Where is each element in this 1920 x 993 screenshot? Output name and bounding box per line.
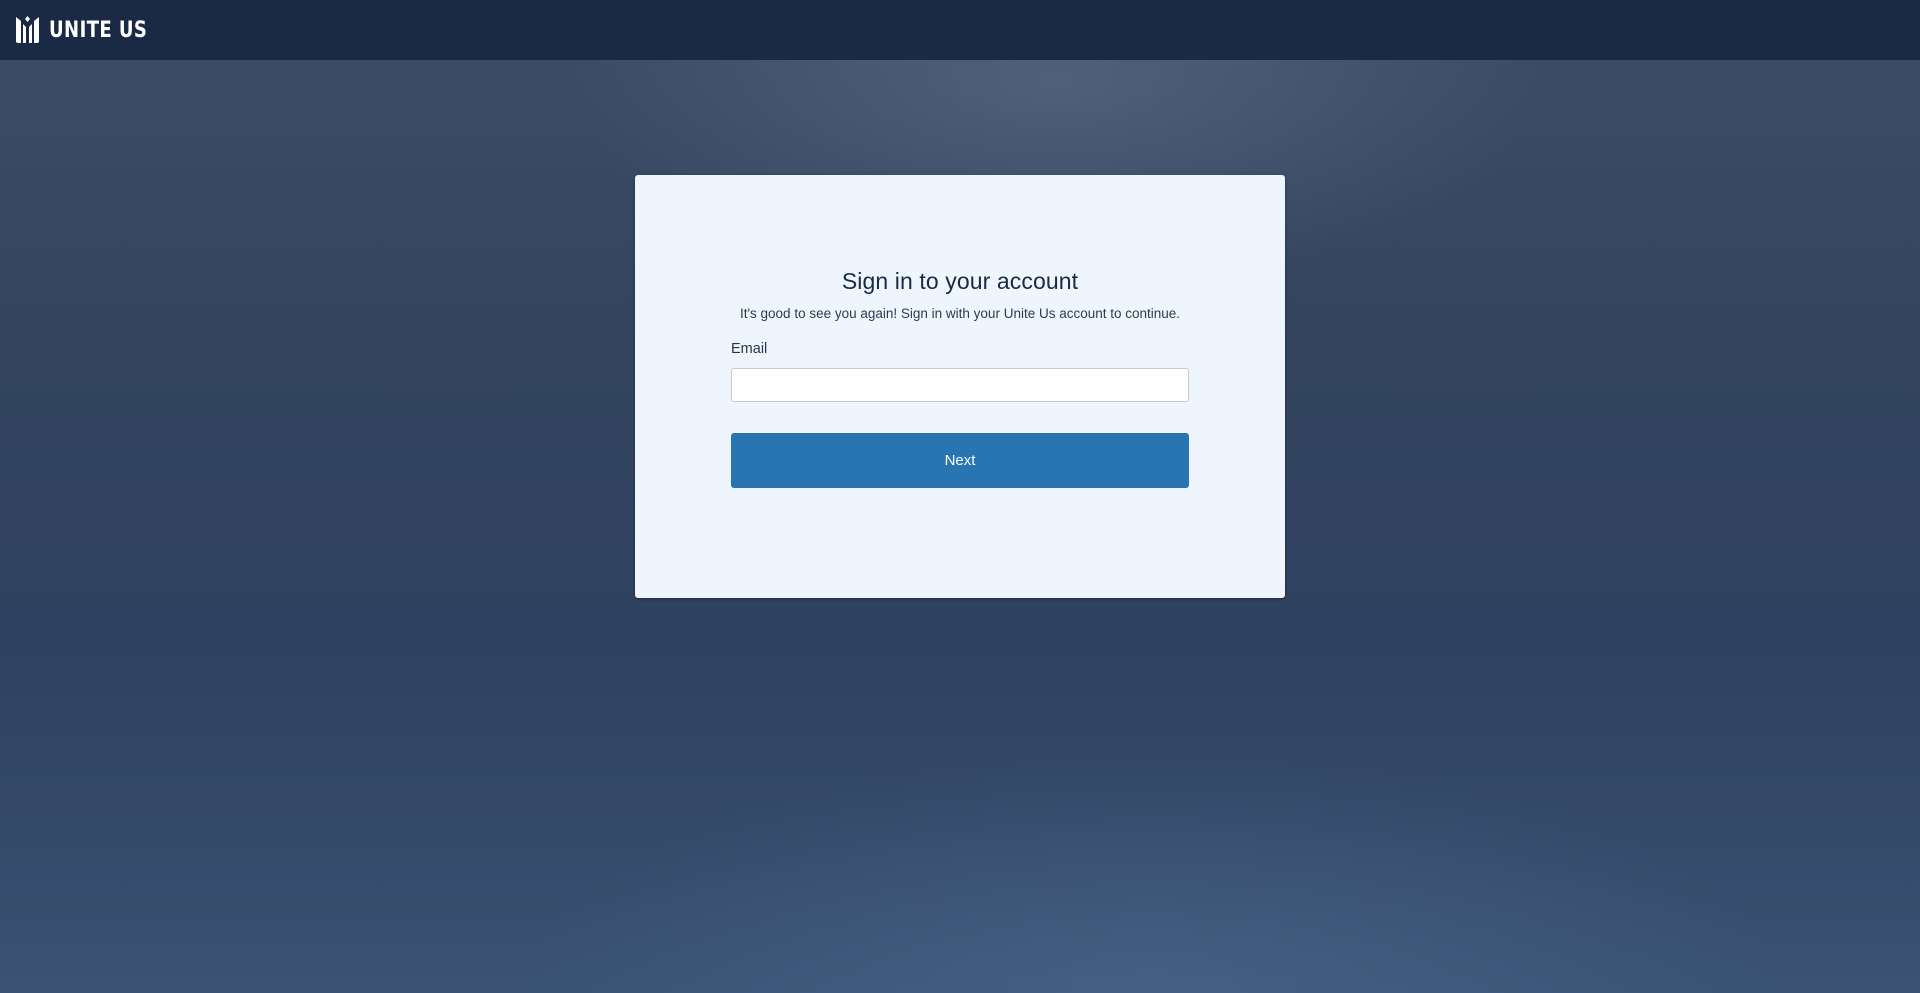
top-navigation-bar: UNITE US bbox=[0, 0, 1920, 60]
page-title: Sign in to your account bbox=[841, 268, 1079, 294]
brand-logo[interactable]: UNITE US bbox=[15, 15, 169, 45]
next-button[interactable]: Next bbox=[731, 433, 1189, 488]
email-field[interactable] bbox=[731, 368, 1189, 402]
unite-us-logo-icon bbox=[16, 16, 39, 43]
signin-card: Sign in to your account It's good to see… bbox=[635, 175, 1285, 598]
signin-subtitle: It's good to see you again! Sign in with… bbox=[739, 306, 1181, 321]
email-label: Email bbox=[731, 341, 768, 357]
brand-name: UNITE US bbox=[49, 17, 148, 43]
